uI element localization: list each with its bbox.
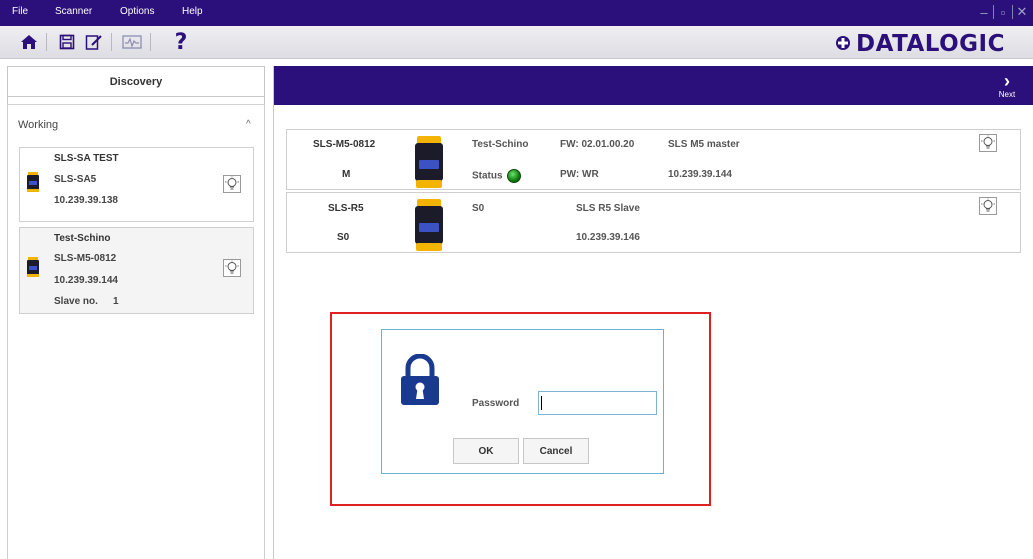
logo-mark-icon [836, 36, 850, 50]
window-controls-divider [1012, 5, 1013, 19]
row-device-model: SLS-R5 [328, 203, 364, 214]
password-input[interactable] [538, 391, 657, 415]
next-label: Next [998, 90, 1016, 99]
save-icon [59, 34, 75, 50]
toolbar: ? DATALOGIC [0, 26, 1033, 59]
close-button[interactable]: ✕ [1015, 4, 1029, 20]
row-device-role: S0 [337, 232, 350, 243]
password-level: PW: WR [560, 169, 599, 180]
device-card-ip: 10.239.39.144 [54, 275, 118, 286]
edit-document-icon [85, 34, 102, 50]
scanner-icon [27, 257, 39, 277]
locate-bulb-icon[interactable] [223, 175, 241, 193]
scanner-icon [27, 172, 39, 192]
save-button[interactable] [56, 31, 78, 53]
row-device-description: SLS R5 Slave [576, 203, 640, 214]
main-header-bar: › Next [274, 66, 1033, 105]
device-row[interactable] [286, 192, 1021, 253]
monitor-button[interactable] [121, 31, 143, 53]
home-button[interactable] [18, 31, 40, 53]
device-card-model: SLS-M5-0812 [54, 253, 117, 264]
edit-config-button[interactable] [83, 31, 105, 53]
app-window: File Scanner Options Help – ▫ ✕ ? DATALO… [0, 0, 1033, 559]
row-device-description: SLS M5 master [668, 139, 740, 150]
locate-bulb-icon[interactable] [223, 259, 241, 277]
text-cursor [541, 396, 542, 410]
device-card-title: Test-Schino [54, 233, 111, 244]
panel-divider [273, 66, 274, 559]
minimize-button[interactable]: – [977, 5, 991, 20]
slave-no-value: 1 [113, 296, 119, 307]
status-led-icon [506, 169, 521, 183]
password-label: Password [472, 398, 520, 409]
datalogic-logo: DATALOGIC [783, 26, 1033, 59]
firmware-version: FW: 02.01.00.20 [560, 139, 635, 150]
device-card-title: SLS-SA TEST [54, 153, 119, 164]
locate-bulb-icon[interactable] [979, 134, 997, 152]
lock-icon [401, 354, 439, 405]
collapse-caret-icon[interactable]: ^ [246, 119, 251, 130]
ok-button[interactable]: OK [453, 438, 519, 464]
toolbar-divider [46, 33, 47, 51]
discovery-button[interactable]: Discovery [7, 66, 265, 97]
device-card-ip: 10.239.39.138 [54, 195, 118, 206]
help-button[interactable]: ? [170, 30, 192, 55]
window-controls-divider [993, 5, 994, 19]
window-controls: – ▫ ✕ [977, 3, 1029, 21]
row-device-ip: 10.239.39.144 [668, 169, 732, 180]
menu-file[interactable]: File [12, 6, 28, 17]
scanner-device-icon [415, 199, 443, 251]
menu-options[interactable]: Options [120, 6, 154, 17]
device-card-model: SLS-SA5 [54, 174, 97, 185]
row-device-ip: 10.239.39.146 [576, 232, 640, 243]
status-label-text: Status [472, 170, 503, 182]
signal-monitor-icon [122, 35, 142, 49]
slave-no-label: Slave no. [54, 296, 98, 307]
toolbar-divider [150, 33, 151, 51]
restore-button[interactable]: ▫ [996, 5, 1010, 20]
status-label: Status [472, 169, 521, 183]
row-device-role: M [342, 169, 351, 180]
chevron-right-icon: › [1004, 71, 1010, 91]
locate-bulb-icon[interactable] [979, 197, 997, 215]
menu-scanner[interactable]: Scanner [55, 6, 92, 17]
menu-bar: File Scanner Options Help – ▫ ✕ [0, 0, 1033, 26]
scanner-device-icon [415, 136, 443, 188]
menu-help[interactable]: Help [182, 6, 203, 17]
row-device-model: SLS-M5-0812 [313, 139, 376, 150]
toolbar-divider [111, 33, 112, 51]
working-header: Working [18, 119, 59, 131]
next-button[interactable]: › Next [993, 72, 1021, 102]
device-row[interactable] [286, 129, 1021, 190]
home-icon [21, 35, 37, 49]
row-device-name: Test-Schino [472, 139, 529, 150]
row-device-code: S0 [472, 203, 485, 214]
logo-text: DATALOGIC [855, 31, 1005, 57]
cancel-button[interactable]: Cancel [523, 438, 589, 464]
